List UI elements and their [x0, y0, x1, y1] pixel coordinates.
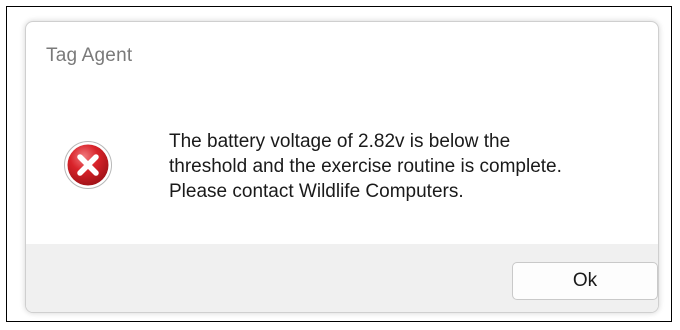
- dialog-titlebar: Tag Agent: [26, 22, 658, 84]
- message-line: Please contact Wildlife Computers.: [169, 181, 464, 202]
- message-line: threshold and the exercise routine is co…: [169, 156, 562, 177]
- ok-button[interactable]: Ok: [512, 262, 658, 300]
- message-dialog: Tag Agent The battery voltage of 2.82v i…: [25, 21, 659, 313]
- screenshot-frame: Tag Agent The battery voltage of 2.82v i…: [6, 6, 672, 322]
- dialog-footer: Ok: [26, 244, 658, 312]
- dialog-message: The battery voltage of 2.82v is below th…: [169, 129, 629, 204]
- message-line: The battery voltage of 2.82v is below th…: [169, 131, 511, 152]
- error-icon: [64, 141, 112, 189]
- dialog-title: Tag Agent: [46, 45, 133, 66]
- dialog-content: The battery voltage of 2.82v is below th…: [26, 84, 658, 242]
